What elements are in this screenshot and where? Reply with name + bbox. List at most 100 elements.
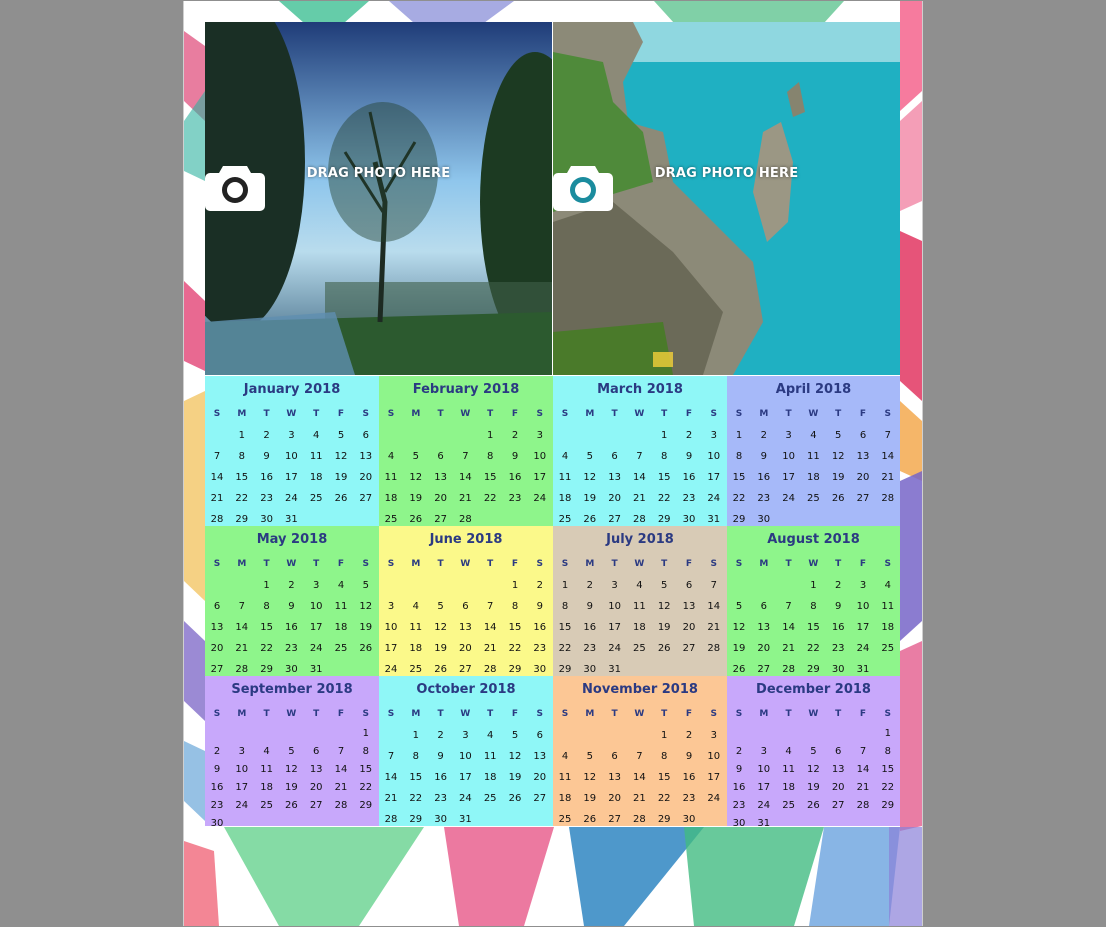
day-cell: 29: [657, 514, 671, 525]
day-cell: 10: [757, 764, 771, 775]
day-cell: 13: [608, 472, 621, 483]
day-cell: 25: [409, 664, 423, 675]
day-cell: 2: [835, 580, 842, 591]
drop-zone-right[interactable]: DRAG PHOTO HERE: [553, 162, 900, 211]
weekday-header: T: [785, 409, 792, 419]
day-cell: 16: [682, 472, 696, 483]
day-cell: 12: [334, 451, 348, 462]
day-cell: 7: [487, 601, 494, 612]
day-cell: 18: [633, 622, 646, 633]
day-cell: 22: [732, 493, 746, 504]
day-cell: 8: [362, 746, 369, 757]
day-cell: 29: [657, 814, 671, 825]
day-cell: 16: [533, 622, 547, 633]
day-cell: 28: [459, 514, 472, 525]
day-cell: 1: [263, 580, 270, 591]
day-cell: 30: [682, 814, 696, 825]
weekday-header: S: [561, 709, 569, 719]
day-cell: 30: [757, 514, 771, 525]
weekday-header: W: [634, 409, 645, 419]
photo-slot-left[interactable]: DRAG PHOTO HERE: [205, 22, 552, 375]
day-cell: 21: [459, 493, 472, 504]
day-cell: 13: [682, 601, 696, 612]
month-title: June 2018: [429, 532, 503, 547]
day-cell: 10: [235, 764, 249, 775]
day-cell: 24: [856, 643, 870, 654]
day-cell: 21: [633, 493, 646, 504]
day-cell: 25: [782, 800, 795, 811]
day-cell: 19: [732, 643, 746, 654]
day-cell: 23: [682, 493, 696, 504]
day-cell: 23: [682, 793, 696, 804]
month-title: January 2018: [243, 382, 341, 397]
day-cell: 21: [483, 643, 497, 654]
weekday-header: S: [387, 709, 395, 719]
day-cell: 13: [608, 772, 621, 783]
day-cell: 17: [757, 782, 771, 793]
day-cell: 30: [682, 514, 696, 525]
day-cell: 31: [707, 514, 721, 525]
day-cell: 28: [384, 814, 398, 825]
day-cell: 10: [285, 451, 298, 462]
weekday-header: F: [337, 409, 345, 419]
day-cell: 4: [313, 430, 320, 441]
day-cell: 23: [260, 493, 273, 504]
day-cell: 14: [633, 472, 646, 483]
month-title: April 2018: [775, 382, 852, 397]
weekday-header: S: [213, 409, 221, 419]
day-cell: 28: [483, 664, 497, 675]
day-cell: 26: [508, 793, 522, 804]
weekday-header: F: [511, 409, 519, 419]
day-cell: 13: [533, 751, 547, 762]
weekday-header: T: [611, 709, 618, 719]
day-cell: 6: [859, 430, 867, 441]
day-cell: 27: [608, 814, 621, 825]
day-cell: 20: [359, 472, 373, 483]
day-cell: 17: [459, 772, 472, 783]
day-cell: 5: [810, 746, 817, 757]
day-cell: 16: [757, 472, 771, 483]
day-cell: 9: [685, 751, 693, 762]
month-title: July 2018: [606, 532, 674, 547]
day-cell: 20: [608, 493, 621, 504]
day-cell: 11: [633, 601, 646, 612]
day-cell: 7: [238, 601, 245, 612]
day-cell: 13: [757, 622, 771, 633]
month-title: December 2018: [756, 682, 871, 697]
day-cell: 15: [732, 472, 746, 483]
weekday-header: T: [835, 409, 842, 419]
day-cell: 14: [483, 622, 497, 633]
day-cell: 31: [608, 664, 621, 675]
day-cell: 10: [856, 601, 870, 612]
day-cell: 30: [533, 664, 547, 675]
day-cell: 11: [558, 772, 572, 783]
photo-slot-right[interactable]: DRAG PHOTO HERE: [553, 22, 900, 375]
day-cell: 20: [856, 472, 870, 483]
day-cell: 16: [434, 772, 447, 783]
day-cell: 16: [583, 622, 597, 633]
day-cell: 10: [533, 451, 547, 462]
day-cell: 3: [710, 430, 717, 441]
day-cell: 28: [633, 814, 646, 825]
camera-icon: [553, 166, 613, 211]
day-cell: 5: [586, 751, 593, 762]
month-block: March 2018 S M T W T F S 1 2 3 4 5 6 7 8 9 10 11 12 13 14 15 16…: [553, 376, 727, 526]
day-cell: 1: [884, 728, 891, 739]
day-cell: 2: [437, 730, 444, 741]
day-cell: 27: [459, 664, 472, 675]
day-cell: 22: [807, 643, 820, 654]
drop-zone-left[interactable]: DRAG PHOTO HERE: [205, 162, 552, 211]
day-cell: 24: [707, 493, 721, 504]
weekday-header: M: [759, 409, 769, 419]
day-cell: 16: [260, 472, 273, 483]
weekday-header: T: [437, 559, 444, 569]
day-cell: 5: [835, 430, 842, 441]
day-cell: 5: [437, 601, 444, 612]
day-cell: 15: [359, 764, 373, 775]
day-cell: 2: [685, 430, 693, 441]
day-cell: 19: [359, 622, 373, 633]
day-cell: 4: [636, 580, 643, 591]
weekday-header: T: [487, 709, 494, 719]
day-cell: 10: [608, 601, 621, 612]
day-cell: 11: [334, 601, 348, 612]
